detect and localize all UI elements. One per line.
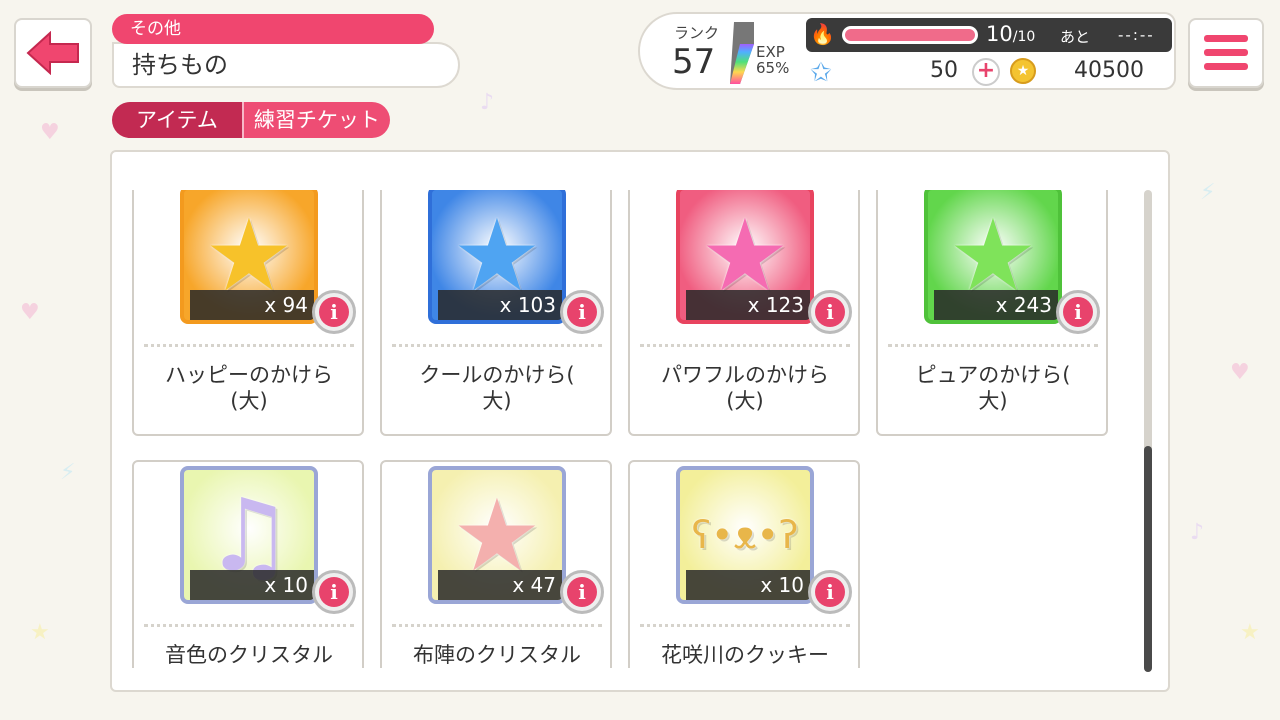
- scrollbar[interactable]: [1144, 190, 1152, 672]
- item-info-button[interactable]: i: [312, 290, 356, 334]
- item-name: パワフルのかけら (大): [661, 363, 829, 413]
- page-category: その他: [112, 14, 434, 44]
- info-icon: i: [319, 577, 349, 607]
- arrow-left-icon: [26, 31, 79, 75]
- item-info-button[interactable]: i: [808, 290, 852, 334]
- divider: [640, 344, 850, 347]
- exp-gauge-icon: [730, 22, 754, 84]
- item-count: x 123: [686, 290, 810, 320]
- fire-icon: 🔥: [810, 22, 835, 46]
- item-info-button[interactable]: i: [312, 570, 356, 614]
- items-panel: ★ x 94 i ハッピーのかけら (大) ★ x 103 i クールのかけら( 大) ★ x 1…: [110, 150, 1170, 692]
- divider: [392, 344, 602, 347]
- hamburger-menu-icon: [1204, 35, 1248, 70]
- item-icon: ★ x 243: [924, 190, 1062, 324]
- info-icon: i: [815, 297, 845, 327]
- exp-percent: 65%: [756, 59, 790, 77]
- item-name: ピュアのかけら( 大): [915, 363, 1071, 413]
- info-icon: i: [319, 297, 349, 327]
- back-button[interactable]: [14, 18, 92, 88]
- item-name: クールのかけら( 大): [419, 363, 575, 413]
- item-name: 音色のクリスタル: [165, 643, 333, 667]
- item-info-button[interactable]: i: [1056, 290, 1100, 334]
- item-count: x 47: [438, 570, 562, 600]
- info-icon: i: [815, 577, 845, 607]
- coin-icon: ★: [1010, 58, 1036, 84]
- item-name: 花咲川のクッキー: [661, 643, 829, 667]
- item-name: ハッピーのかけら (大): [165, 363, 333, 413]
- divider: [144, 624, 354, 627]
- item-card[interactable]: ★ x 47 i 布陣のクリスタル: [380, 460, 612, 668]
- energy-count: 10/10: [986, 22, 1036, 46]
- tab-bar: アイテム 練習チケット: [112, 102, 390, 138]
- menu-button[interactable]: [1188, 18, 1264, 88]
- rank-value: 57: [672, 42, 716, 82]
- item-card[interactable]: ʕ•ᴥ•ʔ x 10 i 花咲川のクッキー: [628, 460, 860, 668]
- scrollbar-thumb[interactable]: [1144, 446, 1152, 672]
- item-count: x 94: [190, 290, 314, 320]
- divider: [640, 624, 850, 627]
- energy-bar: 🔥 10/10 あと --:--: [806, 18, 1172, 52]
- divider: [888, 344, 1098, 347]
- items-grid[interactable]: ★ x 94 i ハッピーのかけら (大) ★ x 103 i クールのかけら( 大) ★ x 1…: [112, 190, 1142, 668]
- item-name: 布陣のクリスタル: [413, 643, 581, 667]
- item-card[interactable]: ♫ x 10 i 音色のクリスタル: [132, 460, 364, 668]
- recovery-time: --:--: [1118, 26, 1155, 44]
- item-card[interactable]: ★ x 94 i ハッピーのかけら (大): [132, 190, 364, 436]
- divider: [392, 624, 602, 627]
- add-star-gems-button[interactable]: +: [972, 58, 1000, 86]
- item-icon: ★ x 123: [676, 190, 814, 324]
- item-card[interactable]: ★ x 103 i クールのかけら( 大): [380, 190, 612, 436]
- tab-practice-tickets[interactable]: 練習チケット: [241, 102, 390, 138]
- item-icon: ♫ x 10: [180, 466, 318, 604]
- item-icon: ★ x 94: [180, 190, 318, 324]
- item-icon: ★ x 103: [428, 190, 566, 324]
- divider: [144, 344, 354, 347]
- item-info-button[interactable]: i: [560, 290, 604, 334]
- player-status-panel: ランク 57 EXP 65% 🔥 10/10 あと --:-- ✩ 50 + ★…: [638, 12, 1176, 90]
- star-gem-icon: ✩: [810, 58, 832, 88]
- rank-label: ランク: [674, 24, 720, 42]
- star-gem-count: 50: [930, 58, 958, 83]
- exp-label: EXP: [756, 43, 785, 61]
- item-info-button[interactable]: i: [808, 570, 852, 614]
- info-icon: i: [567, 577, 597, 607]
- page-title: 持ちもの: [112, 42, 460, 88]
- info-icon: i: [1063, 297, 1093, 327]
- energy-track: [842, 26, 978, 44]
- energy-fill: [845, 29, 975, 41]
- item-count: x 103: [438, 290, 562, 320]
- recovery-label: あと: [1060, 28, 1091, 46]
- item-card[interactable]: ★ x 243 i ピュアのかけら( 大): [876, 190, 1108, 436]
- item-icon: ʕ•ᴥ•ʔ x 10: [676, 466, 814, 604]
- item-count: x 243: [934, 290, 1058, 320]
- exp-indicator: EXP 65%: [756, 44, 789, 76]
- item-count: x 10: [190, 570, 314, 600]
- page-header: 持ちもの その他: [112, 14, 462, 90]
- item-icon: ★ x 47: [428, 466, 566, 604]
- tab-items[interactable]: アイテム: [112, 102, 242, 138]
- coin-count: 40500: [1074, 58, 1144, 83]
- item-count: x 10: [686, 570, 810, 600]
- item-info-button[interactable]: i: [560, 570, 604, 614]
- info-icon: i: [567, 297, 597, 327]
- item-card[interactable]: ★ x 123 i パワフルのかけら (大): [628, 190, 860, 436]
